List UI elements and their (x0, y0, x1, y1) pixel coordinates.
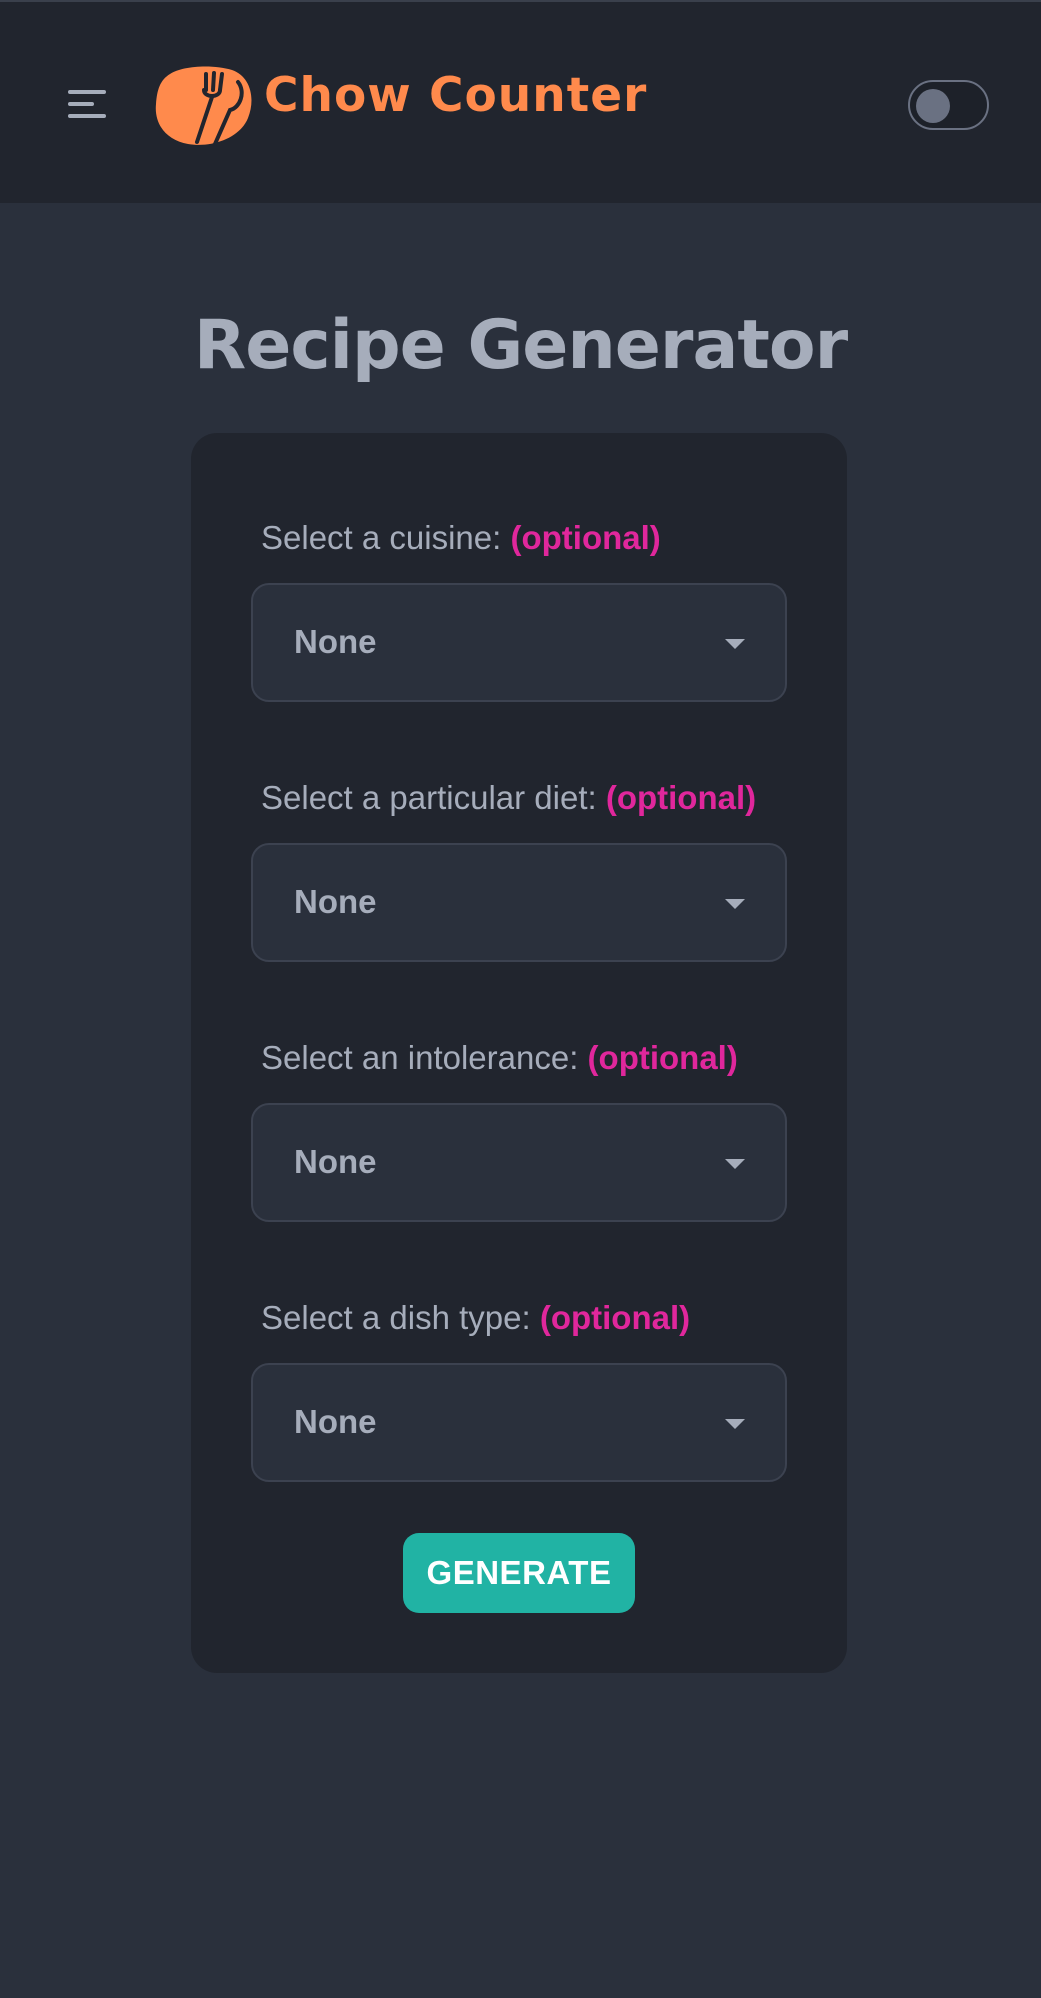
theme-toggle[interactable] (908, 80, 989, 130)
diet-label: Select a particular diet: (optional) (261, 779, 756, 817)
chevron-down-icon (725, 899, 745, 909)
diet-select[interactable]: None (251, 843, 787, 962)
chevron-down-icon (725, 1159, 745, 1169)
top-navbar: Chow Counter (0, 0, 1041, 203)
page-title: Recipe Generator (193, 306, 848, 385)
cuisine-label: Select a cuisine: (optional) (261, 519, 661, 557)
optional-tag: (optional) (587, 1039, 738, 1076)
toggle-knob (916, 89, 950, 123)
dish-type-label-text: Select a dish type: (261, 1299, 531, 1336)
cuisine-label-text: Select a cuisine: (261, 519, 502, 556)
fork-knife-icon (155, 66, 252, 146)
diet-label-text: Select a particular diet: (261, 779, 597, 816)
brand-name: Chow Counter (264, 68, 648, 123)
cuisine-select[interactable]: None (251, 583, 787, 702)
intolerance-select-value: None (294, 1143, 377, 1180)
dish-type-select-value: None (294, 1403, 377, 1440)
chevron-down-icon (725, 639, 745, 649)
brand-logo-link[interactable]: Chow Counter (152, 60, 646, 150)
hamburger-menu-icon[interactable] (58, 76, 114, 132)
intolerance-label: Select an intolerance: (optional) (261, 1039, 738, 1077)
optional-tag: (optional) (510, 519, 661, 556)
intolerance-select[interactable]: None (251, 1103, 787, 1222)
intolerance-label-text: Select an intolerance: (261, 1039, 579, 1076)
dish-type-label: Select a dish type: (optional) (261, 1299, 690, 1337)
dish-type-select[interactable]: None (251, 1363, 787, 1482)
recipe-form-card: Select a cuisine: (optional) None Select… (191, 433, 847, 1673)
optional-tag: (optional) (539, 1299, 691, 1336)
diet-select-value: None (294, 883, 377, 920)
optional-tag: (optional) (605, 779, 757, 816)
chevron-down-icon (725, 1419, 745, 1429)
generate-button[interactable]: GENERATE (403, 1533, 635, 1613)
cuisine-select-value: None (294, 623, 377, 660)
